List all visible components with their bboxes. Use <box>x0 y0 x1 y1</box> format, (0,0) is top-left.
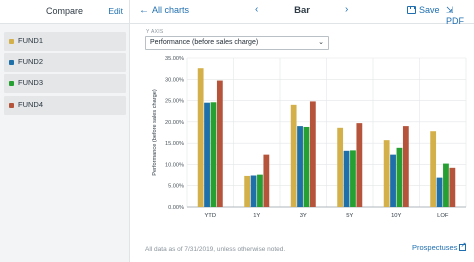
pdf-label: PDF <box>446 16 464 26</box>
fund-item-2[interactable]: FUND2 <box>4 53 126 72</box>
y-axis-label: Performance (before sales charge) <box>152 89 158 176</box>
x-tick-label: 10Y <box>391 213 401 219</box>
bar <box>443 163 449 207</box>
y-axis-selector-label: Y AXIS <box>146 29 164 35</box>
bar-chart: 0.00% 5.00% 10.00% 15.00% 20.00% 25.00% 30.00%… <box>135 52 474 230</box>
bar <box>430 131 437 207</box>
folder-icon <box>407 6 416 14</box>
fund-label: FUND2 <box>18 57 44 66</box>
fund-color-swatch <box>9 60 14 65</box>
bar <box>350 150 356 207</box>
y-axis-selected-value: Performance (before sales charge) <box>150 39 259 46</box>
fund-item-4[interactable]: FUND4 <box>4 96 126 115</box>
chevron-down-icon: ⌄ <box>318 39 324 46</box>
edit-button[interactable]: Edit <box>108 6 123 16</box>
save-button[interactable]: Save <box>407 5 440 15</box>
y-tick-label: 10.00% <box>165 162 184 168</box>
bar <box>436 177 443 207</box>
bar <box>343 150 350 207</box>
y-tick-label: 30.00% <box>165 77 184 83</box>
y-tick-label: 0.00% <box>168 205 184 211</box>
fund-color-swatch <box>9 103 14 108</box>
bar <box>244 175 251 207</box>
y-tick-label: 35.00% <box>165 56 184 62</box>
x-tick-label: 1Y <box>253 213 260 219</box>
bar <box>204 102 210 207</box>
all-charts-link[interactable]: ← All charts <box>139 5 189 16</box>
x-tick-label: 3Y <box>300 213 307 219</box>
bar <box>449 167 456 207</box>
fund-label: FUND4 <box>18 100 44 109</box>
bar <box>210 102 217 207</box>
fund-color-swatch <box>9 81 14 86</box>
chart-canvas: 0.00% 5.00% 10.00% 15.00% 20.00% 25.00% 30.00%… <box>152 56 467 219</box>
bar <box>337 127 344 207</box>
y-tick-label: 25.00% <box>165 99 184 105</box>
y-tick-label: 5.00% <box>168 184 184 190</box>
bar <box>290 104 297 207</box>
bar <box>297 126 303 207</box>
bar <box>390 154 396 207</box>
chart-type-title: Bar <box>294 5 310 16</box>
prospectuses-link[interactable]: Prospectuses <box>412 241 467 252</box>
bar <box>303 126 310 207</box>
fund-label: FUND3 <box>18 78 44 87</box>
x-tick-label: LOF <box>437 213 449 219</box>
bar <box>216 80 223 207</box>
chevron-right-icon[interactable]: › <box>345 4 348 15</box>
external-link-icon <box>459 241 467 251</box>
bar <box>356 123 363 207</box>
fund-label: FUND1 <box>18 36 44 45</box>
fund-color-swatch <box>9 39 14 44</box>
chevron-left-icon[interactable]: ‹ <box>255 4 258 15</box>
x-tick-label: YTD <box>204 213 216 219</box>
arrow-left-icon: ← <box>139 5 149 16</box>
all-charts-label: All charts <box>152 5 190 15</box>
bar <box>396 147 403 207</box>
data-as-of-note: All data as of 7/31/2019, unless otherwi… <box>145 246 286 253</box>
y-axis-dropdown[interactable]: Performance (before sales charge) ⌄ <box>145 36 329 50</box>
bar <box>309 101 316 207</box>
app-window: Compare Edit FUND1 FUND2 FUND3 FUND4 ← Al… <box>0 0 474 262</box>
y-tick-label: 20.00% <box>165 120 184 126</box>
download-icon: ⇲ <box>446 5 454 15</box>
y-tick-label: 15.00% <box>165 141 184 147</box>
pdf-button[interactable]: ⇲ PDF <box>446 5 474 26</box>
compare-sidebar: Compare Edit FUND1 FUND2 FUND3 FUND4 <box>0 0 130 262</box>
bar <box>250 175 257 207</box>
fund-item-1[interactable]: FUND1 <box>4 32 126 51</box>
fund-item-3[interactable]: FUND3 <box>4 74 126 93</box>
bar <box>197 68 204 208</box>
bar <box>263 154 270 207</box>
top-toolbar: ← All charts ‹ Bar › Save ⇲ PDF <box>130 0 474 26</box>
bar <box>383 140 390 207</box>
sidebar-header: Compare Edit <box>0 0 129 24</box>
save-label: Save <box>419 5 440 15</box>
prospectuses-label: Prospectuses <box>412 243 458 252</box>
bar <box>402 126 409 207</box>
x-tick-label: 5Y <box>346 213 353 219</box>
bar <box>257 174 263 207</box>
